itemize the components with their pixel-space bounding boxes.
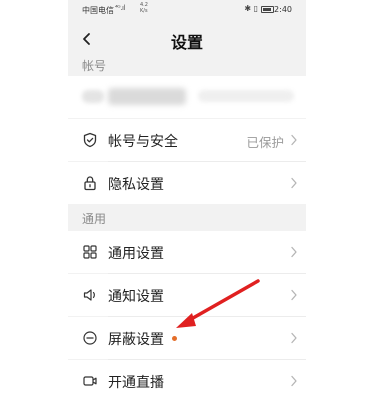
chevron-right-icon — [291, 332, 297, 344]
security-label: 帐号与安全 — [108, 134, 178, 150]
notification-settings-row[interactable]: 通知设置 — [68, 274, 306, 316]
live-streaming-row[interactable]: 开通直播 — [68, 360, 306, 400]
chevron-right-icon — [291, 289, 297, 301]
shield-check-icon — [83, 132, 97, 148]
right-margin — [306, 0, 374, 400]
grid-icon — [83, 245, 97, 259]
phone-screen: 中国电信 ⁴ᴳ.ıl 4.2 K/s ✱ ▯ 2:40 设置 帐号 帐号与安全 … — [68, 0, 306, 400]
block-settings-label: 屏蔽设置 — [108, 332, 164, 348]
chevron-right-icon — [291, 134, 297, 146]
chevron-right-icon — [291, 246, 297, 258]
profile-detail-redacted — [198, 90, 294, 102]
clock: 2:40 — [274, 5, 292, 14]
status-bar: 中国电信 ⁴ᴳ.ıl 4.2 K/s ✱ ▯ 2:40 — [68, 0, 306, 20]
live-streaming-label: 开通直播 — [108, 375, 164, 391]
chevron-right-icon — [291, 177, 297, 189]
page-title: 设置 — [170, 33, 203, 52]
profile-name-redacted — [108, 88, 186, 105]
avatar — [82, 90, 104, 103]
privacy-label: 隐私设置 — [108, 177, 164, 193]
speaker-icon — [83, 289, 95, 301]
section-header-general: 通用 — [82, 212, 107, 226]
net-speed-unit: K/s — [140, 8, 148, 14]
signal-icon: ⁴ᴳ.ıl — [115, 4, 125, 12]
general-settings-label: 通用设置 — [108, 246, 164, 262]
status-icons: ✱ ▯ — [244, 4, 258, 13]
section-header-account: 帐号 — [82, 59, 107, 73]
notification-settings-label: 通知设置 — [108, 289, 164, 305]
nav-bar: 设置 — [68, 20, 306, 58]
general-settings-row[interactable]: 通用设置 — [68, 231, 306, 273]
chevron-right-icon — [291, 375, 297, 387]
security-row[interactable]: 帐号与安全 已保护 — [68, 119, 306, 161]
lock-icon — [84, 176, 96, 191]
left-margin — [0, 0, 68, 400]
security-status: 已保护 — [246, 135, 284, 150]
minus-circle-icon — [83, 331, 97, 345]
carrier-label: 中国电信 — [82, 6, 114, 15]
block-settings-row[interactable]: 屏蔽设置 — [68, 317, 306, 359]
video-camera-icon — [83, 376, 97, 386]
battery-icon — [261, 6, 274, 13]
profile-row[interactable] — [68, 76, 306, 118]
net-speed: 4.2 K/s — [140, 2, 148, 14]
privacy-row[interactable]: 隐私设置 — [68, 162, 306, 204]
notification-dot — [172, 336, 177, 341]
